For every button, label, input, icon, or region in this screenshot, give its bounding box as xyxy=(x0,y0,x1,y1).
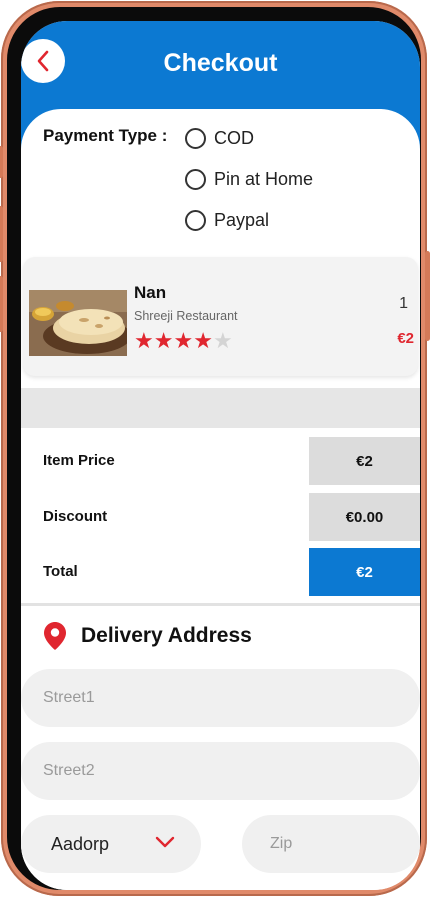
radio-button[interactable] xyxy=(185,210,206,231)
payment-option-paypal[interactable]: Paypal xyxy=(185,210,269,231)
divider xyxy=(21,603,420,606)
chevron-down-icon xyxy=(155,836,175,848)
radio-button[interactable] xyxy=(185,169,206,190)
total-value: €2 xyxy=(309,548,420,596)
item-price-value: €2 xyxy=(309,437,420,485)
payment-type-label: Payment Type : xyxy=(43,126,168,145)
star-filled-icon: ★ xyxy=(134,328,154,353)
payment-option-pin-at-home[interactable]: Pin at Home xyxy=(185,169,313,190)
payment-option-label: COD xyxy=(214,128,254,148)
volume-up-button xyxy=(0,206,3,262)
item-quantity: 1 xyxy=(399,295,408,312)
payment-option-cod[interactable]: COD xyxy=(185,128,254,149)
section-separator xyxy=(21,388,420,428)
discount-label: Discount xyxy=(43,508,108,525)
payment-option-label: Paypal xyxy=(214,210,270,230)
rating-stars: ★★★★★ xyxy=(134,328,233,354)
star-empty-icon: ★ xyxy=(212,328,233,353)
food-image xyxy=(29,290,127,356)
restaurant-name: Shreeji Restaurant xyxy=(134,309,238,323)
delivery-address-header: Delivery Address xyxy=(43,621,252,651)
city-select[interactable]: Aadorp xyxy=(21,815,201,873)
phone-frame: Checkout Payment Type : COD Pin at Home … xyxy=(0,1,430,896)
volume-down-button xyxy=(0,276,3,332)
mute-switch xyxy=(0,146,3,178)
power-button xyxy=(425,251,430,341)
street1-input[interactable]: Street1 xyxy=(21,669,420,727)
delivery-address-title: Delivery Address xyxy=(81,624,252,647)
item-price: €2 xyxy=(397,330,414,347)
zip-input[interactable]: Zip xyxy=(242,815,420,873)
payment-option-label: Pin at Home xyxy=(214,169,314,189)
street2-input[interactable]: Street2 xyxy=(21,742,420,800)
cart-item-card[interactable]: Nan Shreeji Restaurant ★★★★★ 1 €2 xyxy=(23,257,418,376)
total-label: Total xyxy=(43,563,78,580)
screen: Checkout Payment Type : COD Pin at Home … xyxy=(21,21,420,890)
map-pin-icon xyxy=(44,622,66,650)
star-filled-icon: ★ xyxy=(193,328,213,353)
item-name: Nan xyxy=(134,283,167,302)
radio-button[interactable] xyxy=(185,128,206,149)
item-price-label: Item Price xyxy=(43,452,115,469)
discount-value: €0.00 xyxy=(309,493,420,541)
page-title: Checkout xyxy=(163,49,278,77)
star-filled-icon: ★ xyxy=(173,328,194,353)
city-value: Aadorp xyxy=(51,833,110,854)
star-filled-icon: ★ xyxy=(153,328,174,353)
phone-bezel: Checkout Payment Type : COD Pin at Home … xyxy=(7,7,421,890)
